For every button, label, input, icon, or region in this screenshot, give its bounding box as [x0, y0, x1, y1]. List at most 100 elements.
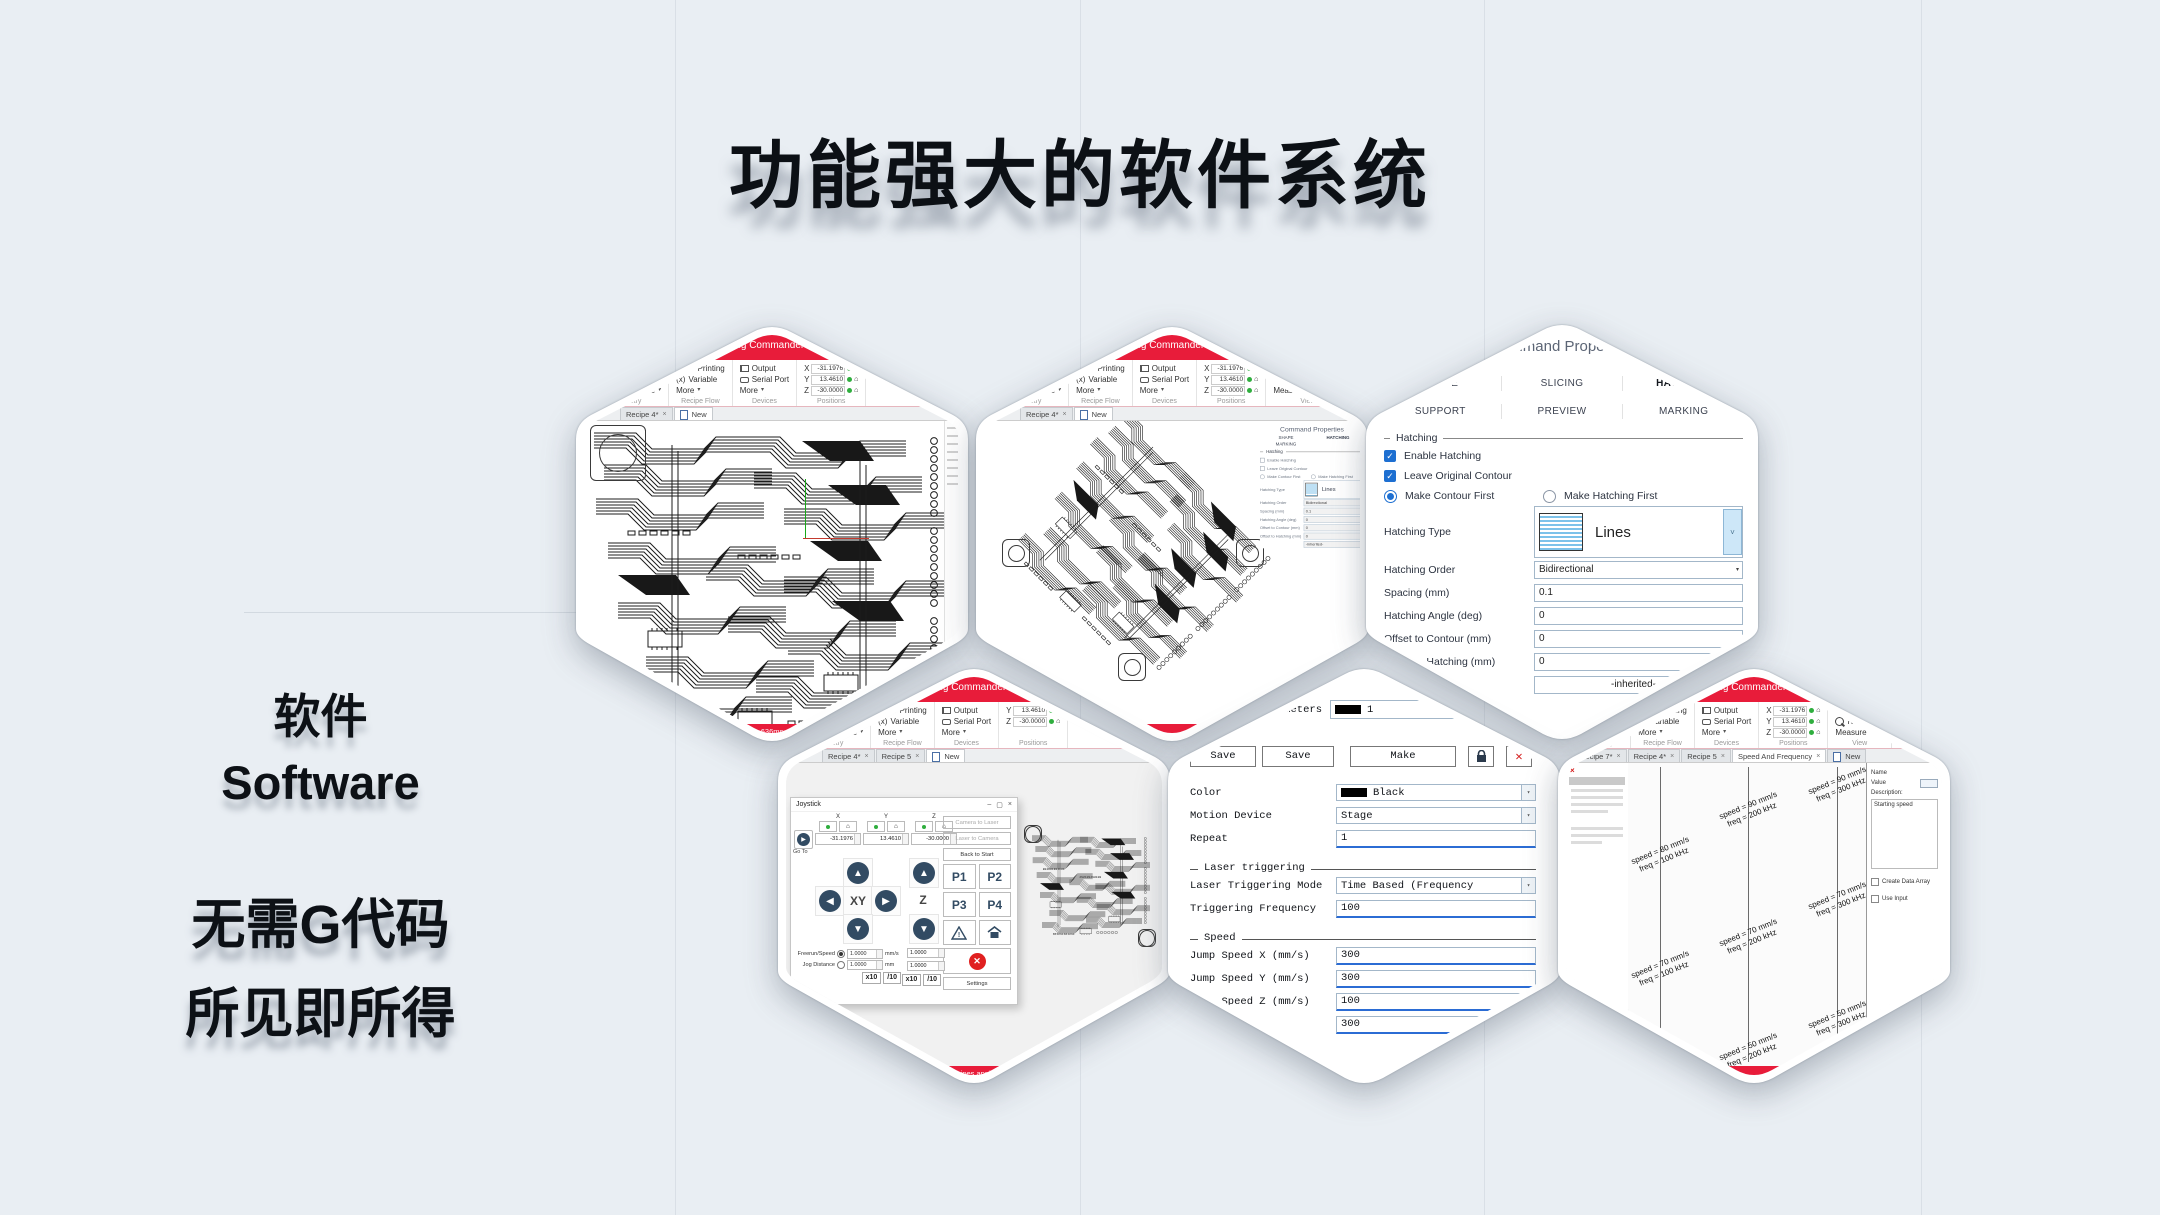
tab-recipe[interactable]: Recipe 5×	[876, 749, 926, 762]
angle-input[interactable]: 0	[1304, 516, 1360, 523]
laser-to-camera-button[interactable]: Laser to Camera	[943, 832, 1011, 845]
tab-new[interactable]: New	[1074, 407, 1113, 420]
tab-recipe[interactable]: Recipe 4*×	[620, 407, 673, 420]
tab-new[interactable]: New	[674, 407, 713, 420]
ribbon-item-circle[interactable]: Circle	[803, 716, 823, 727]
ribbon-item-zoom-in[interactable]: Zoom In	[1285, 363, 1314, 374]
position-x-value[interactable]: -31.1976	[1773, 706, 1807, 716]
speed-input[interactable]: 1.0000	[847, 949, 883, 959]
ribbon-item-variable[interactable]: Variable	[1088, 374, 1117, 385]
position-z-value[interactable]: -30.0000	[1211, 386, 1245, 396]
tab-new[interactable]: New	[926, 749, 965, 762]
home-icon[interactable]: ⌂	[1816, 716, 1820, 727]
close-icon[interactable]: ×	[1063, 411, 1067, 418]
ribbon-item-measure[interactable]: Measure	[1835, 727, 1866, 738]
close-icon[interactable]: ×	[1617, 753, 1621, 760]
offset-contour-input[interactable]: 0	[1534, 630, 1743, 648]
preset-p1-button[interactable]: P1	[943, 864, 976, 889]
close-icon[interactable]: ×	[915, 753, 919, 760]
home-icon[interactable]: ⌂	[1056, 716, 1060, 727]
close-icon[interactable]: ×	[1670, 753, 1674, 760]
triggering-frequency-input[interactable]: 100	[1336, 900, 1536, 918]
make-hatching-first-label[interactable]: Make Hatching First	[1564, 490, 1657, 502]
hatching-type-select[interactable]: Lines	[1304, 480, 1360, 499]
checkbox-checked-icon[interactable]: ✓	[1384, 470, 1396, 482]
x10-button[interactable]: x10	[862, 972, 882, 984]
ribbon-item-top[interactable]: Top	[1318, 363, 1331, 374]
create-data-array-checkbox[interactable]: Create Data Array	[1871, 878, 1938, 886]
radio-selected-icon[interactable]	[837, 950, 845, 958]
ribbon-item-more[interactable]: More	[1076, 385, 1094, 396]
make-button[interactable]: Make	[1350, 746, 1456, 767]
ribbon-item-cad[interactable]: CAD	[793, 727, 810, 738]
ribbon-item-serial-port[interactable]: Serial Port	[1152, 374, 1189, 385]
radio-icon[interactable]	[1543, 490, 1556, 503]
ribbon-item-text[interactable]: Text	[1033, 374, 1048, 385]
ribbon-item-output[interactable]: Output	[752, 363, 776, 374]
save-button[interactable]: Save	[1262, 746, 1334, 767]
ribbon-item-more[interactable]: More	[676, 385, 694, 396]
radio-icon[interactable]	[1260, 474, 1265, 479]
ribbon-item-circle[interactable]: Circle	[601, 374, 621, 385]
position-z-value[interactable]: -30.0000	[1773, 728, 1807, 738]
home-all-button[interactable]	[979, 920, 1012, 945]
ribbon-item-front[interactable]: Front	[1324, 374, 1343, 385]
motion-device-select[interactable]: Stage	[1336, 807, 1522, 824]
ribbon-item-more[interactable]: More	[740, 385, 758, 396]
spacing-input[interactable]: 0.1	[1534, 584, 1743, 602]
jog-right-button[interactable]: ▶	[875, 890, 897, 912]
stop-button[interactable]: ✕	[943, 948, 1011, 974]
ribbon-item-more[interactable]: More	[1702, 727, 1720, 738]
ribbon-item-more[interactable]: More	[1140, 385, 1158, 396]
zoom-in-icon[interactable]	[1273, 364, 1282, 373]
jog-distance-input[interactable]: 1.0000	[847, 960, 883, 970]
checkbox-checked-icon[interactable]: ✓	[1384, 450, 1396, 462]
ribbon-item-rectangle[interactable]: Rectangle	[603, 363, 639, 374]
leave-contour-label[interactable]: Leave Original Contour	[1404, 470, 1512, 482]
description-input[interactable]: Starting speed	[1871, 799, 1938, 869]
mark-speed-input[interactable]: 300	[1336, 1016, 1536, 1034]
chevron-down-icon[interactable]: ▾	[1522, 784, 1536, 801]
hatching-type-select[interactable]: Lines ˅	[1534, 506, 1743, 558]
home-icon[interactable]: ⌂	[1254, 374, 1258, 385]
preset-p2-button[interactable]: P2	[979, 864, 1012, 889]
hatching-order-select[interactable]: Bidirectional	[1304, 499, 1360, 506]
position-y-value[interactable]: 13.4610	[1211, 375, 1245, 385]
radio-icon[interactable]	[1311, 474, 1316, 479]
offset-contour-input[interactable]: 0	[1304, 524, 1360, 531]
maximize-button[interactable]: ▢	[996, 801, 1003, 809]
spacing-input[interactable]: 0.1	[1304, 508, 1360, 515]
jog-up-button[interactable]: ▲	[847, 862, 869, 884]
axis-home-button[interactable]: ⌂	[839, 821, 857, 832]
div10-button[interactable]: /10	[883, 972, 901, 984]
checkbox-icon[interactable]	[1260, 466, 1265, 471]
axis-enable-button[interactable]	[915, 821, 933, 832]
laser-triggering-mode-select[interactable]: Time Based (Frequency	[1336, 877, 1522, 894]
camera-to-laser-button[interactable]: Camera to Laser	[943, 816, 1011, 829]
ribbon-item-fit-screen[interactable]: Fit Screen	[1847, 705, 1883, 716]
preset-p4-button[interactable]: P4	[979, 892, 1012, 917]
radio-icon[interactable]	[837, 961, 845, 969]
ribbon-item-more[interactable]: More	[1599, 716, 1617, 727]
scroll-button[interactable]: ˅	[1723, 509, 1742, 555]
z-down-button[interactable]: ▼	[913, 918, 935, 940]
ribbon-item-serial-port[interactable]: Serial Port	[752, 374, 789, 385]
home-icon[interactable]: ⌂	[1816, 727, 1820, 738]
back-to-start-button[interactable]: Back to Start	[943, 848, 1011, 861]
axis-enable-button[interactable]	[867, 821, 885, 832]
home-icon[interactable]: ⌂	[854, 374, 858, 385]
home-icon[interactable]: ⌂	[1254, 385, 1258, 396]
tab-preview[interactable]: PREVIEW	[1501, 404, 1623, 419]
chevron-down-icon[interactable]: ▾	[1522, 877, 1536, 894]
color-select[interactable]: Black	[1336, 784, 1522, 801]
jog-left-button[interactable]: ◀	[819, 890, 841, 912]
lock-button[interactable]	[1468, 746, 1494, 767]
checkbox-icon[interactable]	[1260, 458, 1265, 463]
offset-hatching-input[interactable]: 0	[1304, 532, 1360, 539]
x-position-input[interactable]: -31.1976	[815, 833, 861, 845]
z-speed-input[interactable]: 1.0000	[907, 948, 945, 958]
jump-speed-x-input[interactable]: 300	[1336, 947, 1536, 965]
value-input[interactable]	[1920, 779, 1938, 788]
ribbon-item-serial-port[interactable]: Serial Port	[1714, 716, 1751, 727]
close-icon[interactable]: ×	[663, 411, 667, 418]
